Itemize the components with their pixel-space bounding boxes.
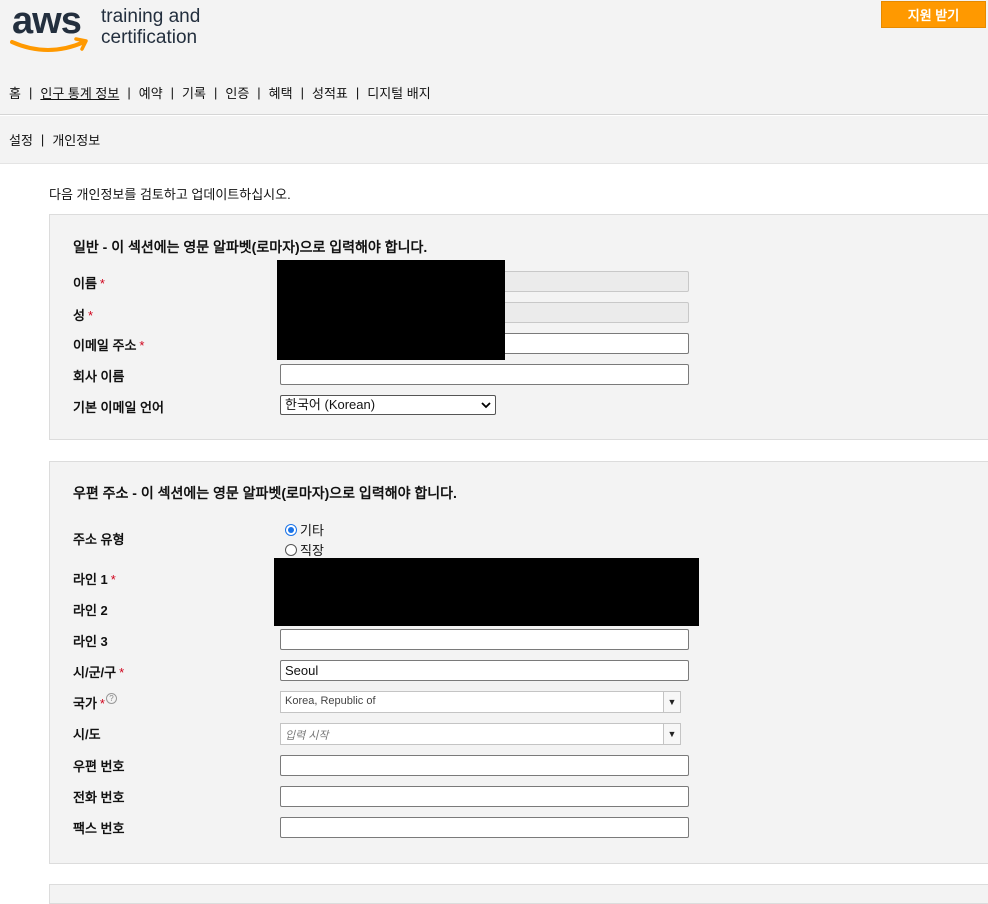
help-icon[interactable]: ?	[105, 693, 117, 704]
state-select[interactable]: 입력 시작 ▼	[280, 723, 681, 745]
address-section: 우편 주소 - 이 섹션에는 영문 알파벳(로마자)으로 입력해야 합니다. 주…	[49, 461, 988, 864]
radio-selected-icon[interactable]	[285, 523, 297, 536]
intro-text: 다음 개인정보를 검토하고 업데이트하십시오.	[49, 187, 291, 202]
dropdown-arrow-icon[interactable]: ▼	[663, 724, 680, 744]
general-section: 일반 - 이 섹션에는 영문 알파벳(로마자)으로 입력해야 합니다. 이름 * …	[49, 214, 988, 440]
redaction-block	[274, 558, 699, 626]
first-name-label: 이름 *	[73, 276, 105, 291]
site-header: aws training and certification 지원 받기 홈 |…	[0, 0, 988, 115]
country-select[interactable]: Korea, Republic of ▼	[280, 691, 681, 713]
last-name-label: 성 *	[73, 308, 94, 323]
dropdown-arrow-icon[interactable]: ▼	[663, 692, 680, 712]
line2-label: 라인 2	[73, 603, 108, 618]
postal-code-label: 우편 번호	[73, 759, 125, 774]
nav-separator: |	[300, 84, 304, 100]
radio-unselected-icon[interactable]	[285, 543, 297, 556]
nav-separator: |	[355, 84, 360, 100]
required-mark: *	[119, 665, 125, 680]
required-mark: *	[110, 572, 116, 587]
fax-label: 팩스 번호	[73, 821, 125, 836]
email-language-select[interactable]: 한국어 (Korean)	[280, 395, 496, 415]
subnav-separator: |	[40, 132, 45, 147]
required-mark: *	[99, 696, 105, 711]
email-language-label: 기본 이메일 언어	[73, 400, 164, 415]
required-mark: *	[87, 308, 94, 323]
redaction-block	[277, 260, 505, 360]
nav-certification[interactable]: 인증	[225, 83, 249, 102]
nav-transcript[interactable]: 성적표	[312, 83, 348, 102]
nav-separator: |	[257, 84, 261, 100]
city-field[interactable]: Seoul	[280, 660, 689, 681]
city-label: 시/군/구 *	[73, 665, 125, 680]
address-type-label: 주소 유형	[73, 532, 125, 547]
phone-label: 전화 번호	[73, 790, 125, 805]
subnav-personal-info[interactable]: 개인정보	[52, 130, 100, 149]
nav-separator: |	[127, 84, 131, 100]
nav-separator: |	[28, 84, 33, 100]
company-name-field[interactable]	[280, 364, 689, 385]
chevron-down-icon	[481, 399, 491, 415]
line3-label: 라인 3	[73, 634, 108, 649]
top-navigation: 홈 | 인구 통계 정보 | 예약 | 기록 | 인증 | 혜택 | 성적표 |…	[9, 82, 431, 102]
get-support-button[interactable]: 지원 받기	[881, 1, 986, 28]
state-label: 시/도	[73, 727, 101, 742]
next-section	[49, 884, 988, 904]
address-type-work[interactable]: 직장	[285, 540, 324, 559]
line1-label: 라인 1 *	[73, 572, 116, 587]
address-section-title: 우편 주소 - 이 섹션에는 영문 알파벳(로마자)으로 입력해야 합니다.	[73, 485, 457, 501]
required-mark: *	[99, 276, 105, 291]
country-label: 국가 *?	[73, 693, 117, 712]
aws-training-logo[interactable]: aws training and certification	[10, 0, 230, 62]
nav-home[interactable]: 홈	[9, 83, 21, 102]
nav-history[interactable]: 기록	[182, 83, 206, 102]
nav-reservations[interactable]: 예약	[139, 83, 163, 102]
nav-separator: |	[170, 84, 175, 100]
nav-separator: |	[213, 84, 218, 100]
logo-tagline: training and certification	[101, 6, 201, 48]
line3-field[interactable]	[280, 629, 689, 650]
general-section-title: 일반 - 이 섹션에는 영문 알파벳(로마자)으로 입력해야 합니다.	[73, 239, 428, 255]
sub-navigation: 설정 | 개인정보	[0, 116, 988, 164]
subnav-settings[interactable]: 설정	[9, 130, 33, 149]
company-name-label: 회사 이름	[73, 369, 125, 384]
nav-digital-badges[interactable]: 디지털 배지	[367, 83, 430, 102]
smile-arrow-icon	[10, 37, 88, 52]
address-type-other[interactable]: 기타	[285, 520, 324, 539]
nav-benefits[interactable]: 혜택	[269, 83, 293, 102]
fax-field[interactable]	[280, 817, 689, 838]
postal-code-field[interactable]	[280, 755, 689, 776]
phone-field[interactable]	[280, 786, 689, 807]
email-label: 이메일 주소 *	[73, 338, 145, 353]
required-mark: *	[139, 338, 145, 353]
nav-demographics[interactable]: 인구 통계 정보	[40, 83, 119, 102]
